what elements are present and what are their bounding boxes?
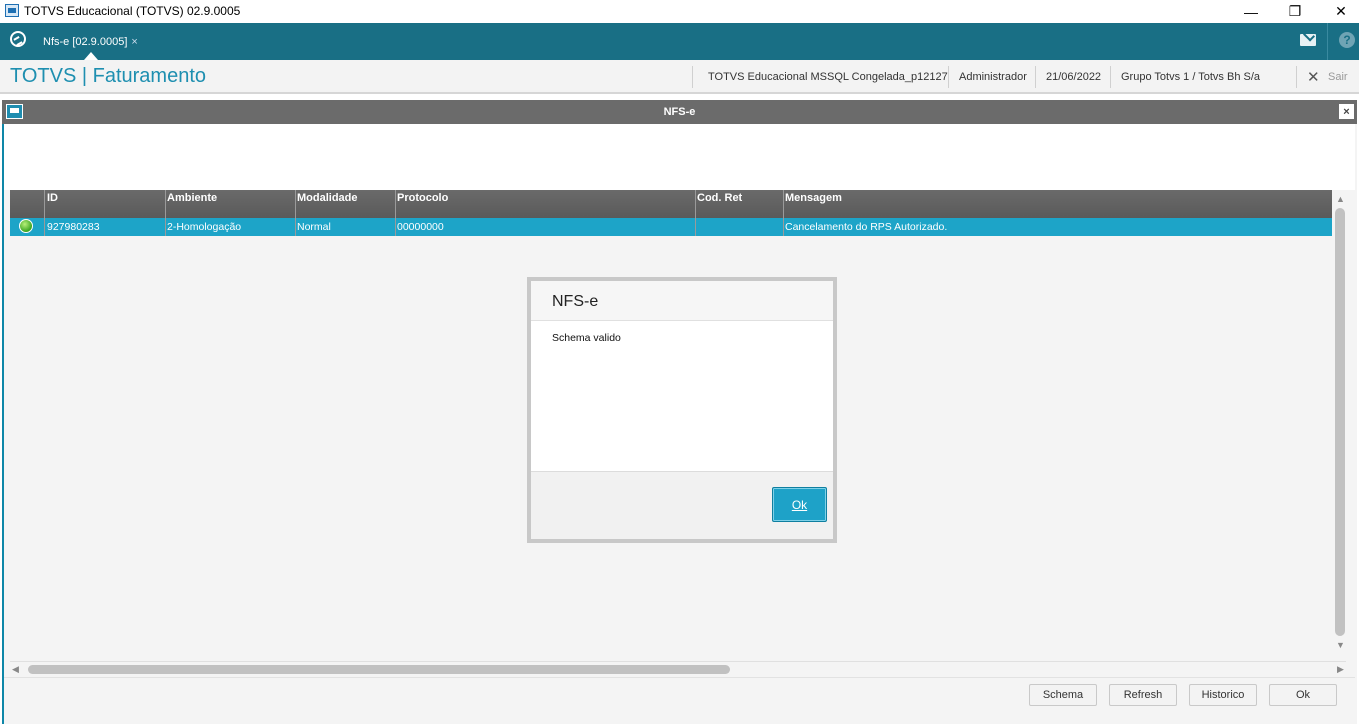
help-icon[interactable]: ? bbox=[1339, 32, 1355, 48]
column-header-cod-ret[interactable]: Cod. Ret bbox=[697, 192, 742, 204]
cell-ambiente: 2-Homologação bbox=[167, 221, 242, 233]
footer-divider bbox=[4, 677, 1355, 678]
cell-mensagem: Cancelamento do RPS Autorizado. bbox=[785, 221, 948, 233]
column-header-modalidade[interactable]: Modalidade bbox=[297, 192, 358, 204]
close-window-button[interactable]: ✕ bbox=[1318, 0, 1359, 23]
horizontal-scrollbar-thumb[interactable] bbox=[28, 665, 730, 674]
header-divider bbox=[1035, 66, 1036, 88]
column-divider bbox=[44, 190, 45, 236]
column-divider bbox=[695, 190, 696, 236]
column-divider bbox=[295, 190, 296, 236]
nfse-window-close-icon[interactable]: × bbox=[1339, 104, 1354, 119]
dialog-title: NFS-e bbox=[552, 293, 599, 310]
vertical-scrollbar-thumb[interactable] bbox=[1335, 208, 1345, 636]
app-tabbar bbox=[0, 23, 1359, 60]
refresh-button[interactable]: Refresh bbox=[1109, 684, 1177, 706]
mail-icon[interactable] bbox=[1300, 34, 1316, 46]
column-divider bbox=[783, 190, 784, 236]
tab-label: Nfs-e [02.9.0005] bbox=[43, 35, 128, 48]
status-ok-icon bbox=[19, 219, 33, 233]
column-divider bbox=[165, 190, 166, 236]
tab-close-icon[interactable]: × bbox=[131, 36, 137, 48]
home-icon[interactable] bbox=[10, 31, 26, 47]
restore-button[interactable]: ❐ bbox=[1272, 0, 1318, 23]
column-header-id[interactable]: ID bbox=[47, 192, 58, 204]
header-divider bbox=[948, 66, 949, 88]
environment-label: TOTVS Educacional MSSQL Congelada_p12127 bbox=[708, 71, 948, 83]
exit-icon[interactable]: ✕ bbox=[1307, 68, 1320, 86]
column-header-protocolo[interactable]: Protocolo bbox=[397, 192, 448, 204]
nfse-window-title: NFS-e bbox=[663, 106, 696, 118]
column-header-mensagem[interactable]: Mensagem bbox=[785, 192, 842, 204]
toolbar-area bbox=[4, 124, 1355, 190]
app-icon bbox=[5, 4, 19, 17]
dialog-ok-button[interactable]: Ok bbox=[772, 487, 827, 522]
grid-bottom-divider bbox=[10, 661, 1346, 662]
column-header-ambiente[interactable]: Ambiente bbox=[167, 192, 217, 204]
scroll-down-arrow-icon[interactable]: ▼ bbox=[1336, 640, 1345, 650]
active-tab-caret bbox=[84, 52, 98, 60]
date-label: 21/06/2022 bbox=[1046, 71, 1102, 83]
scroll-left-arrow-icon[interactable]: ◀ bbox=[12, 664, 19, 675]
module-title: TOTVS | Faturamento bbox=[10, 65, 207, 87]
user-label: Administrador bbox=[959, 71, 1027, 83]
cell-protocolo: 00000000 bbox=[397, 221, 444, 233]
cell-modalidade: Normal bbox=[297, 221, 331, 233]
historico-button[interactable]: Historico bbox=[1189, 684, 1257, 706]
cell-id: 927980283 bbox=[47, 221, 100, 233]
window-title: TOTVS Educacional (TOTVS) 02.9.0005 bbox=[24, 4, 241, 18]
header-divider bbox=[1110, 66, 1111, 88]
dialog-message: Schema valido bbox=[552, 332, 621, 344]
scroll-right-arrow-icon[interactable]: ▶ bbox=[1337, 664, 1344, 675]
schema-button[interactable]: Schema bbox=[1029, 684, 1097, 706]
scroll-up-arrow-icon[interactable]: ▲ bbox=[1336, 194, 1345, 204]
column-divider bbox=[395, 190, 396, 236]
header-divider bbox=[692, 66, 693, 88]
company-label: Grupo Totvs 1 / Totvs Bh S/a bbox=[1121, 71, 1260, 83]
tabbar-divider bbox=[1327, 23, 1328, 60]
header-divider bbox=[1296, 66, 1297, 88]
minimize-button[interactable]: — bbox=[1228, 0, 1274, 23]
exit-button[interactable]: Sair bbox=[1328, 71, 1348, 83]
ok-button[interactable]: Ok bbox=[1269, 684, 1337, 706]
